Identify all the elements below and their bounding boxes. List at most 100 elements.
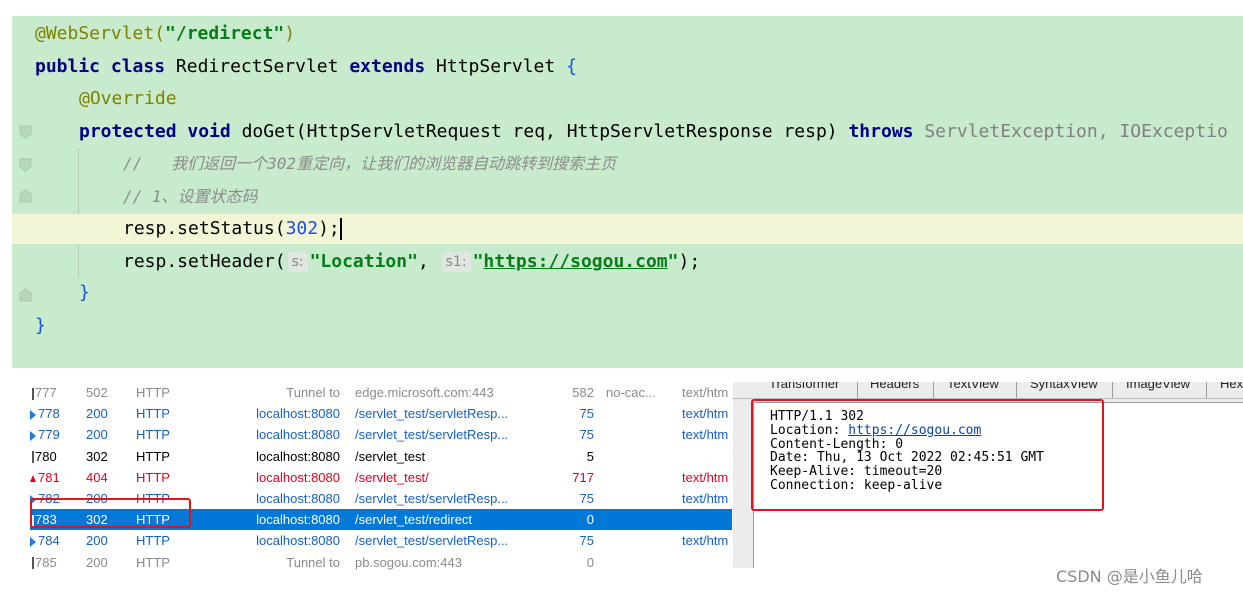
session-id: 785 [30, 552, 80, 570]
session-body-size: 75 [579, 427, 594, 443]
status-code-302: 302 [285, 218, 319, 239]
session-result: 404 [86, 469, 108, 485]
tab-imageview[interactable]: ImageView [1126, 382, 1190, 391]
session-url: pb.sogou.com:443 [355, 554, 462, 570]
text-caret [339, 218, 342, 240]
session-host: Tunnel to [286, 385, 340, 400]
session-content-type: text/htm [682, 406, 729, 422]
session-host: Tunnel to [286, 554, 340, 570]
code-line-2: public class RedirectServlet extends Htt… [12, 52, 1243, 82]
tab-syntaxview[interactable]: SyntaxView [1030, 382, 1098, 391]
session-host: localhost:8080 [256, 469, 340, 485]
session-id-text: 784 [38, 533, 60, 549]
session-id-text: 778 [38, 406, 60, 422]
session-id-text: 780 [35, 448, 57, 464]
session-body-size: 75 [579, 491, 594, 506]
session-body-size: 75 [579, 406, 594, 422]
csdn-watermark: CSDN @是小鱼儿哈 [1056, 567, 1203, 586]
session-body-size: 0 [586, 512, 594, 528]
session-url: /servlet_test [355, 448, 426, 464]
session-row[interactable]: 781 404 HTTP localhost:8080/servlet_test/71… [30, 467, 732, 488]
annotation-close-paren: ) [284, 23, 296, 44]
session-url: /servlet_test/servletResp... [355, 491, 509, 506]
session-row[interactable]: 784 200 HTTP localhost:8080/servlet_test/se… [30, 530, 732, 551]
tab-hex[interactable]: Hex [1220, 382, 1243, 391]
keyword-throws: throws [848, 121, 914, 142]
session-content-type: text/htm [682, 533, 729, 549]
session-host: localhost:8080 [256, 448, 340, 464]
class-name: RedirectServlet [175, 56, 339, 77]
tab-transformer[interactable]: Transformer [769, 382, 839, 391]
code-line-9: } [12, 278, 1243, 308]
session-row[interactable]: 778 200 HTTP localhost:8080/servlet_test/se… [30, 403, 732, 424]
session-content-type: text/htm [682, 469, 729, 485]
session-id: 780 [30, 446, 80, 467]
session-content-type: text/htm [682, 427, 729, 443]
code-line-5: // 我们返回一个302重定向，让我们的浏览器自动跳转到搜索主页 [12, 149, 1243, 179]
session-row[interactable]: 785 200 HTTP Tunnel to pb.sogou.com:443 0 [30, 552, 732, 570]
keyword-void: void [187, 121, 231, 142]
session-body-size: 0 [586, 554, 594, 570]
highlight-box-response-headers [751, 399, 1104, 511]
keyword-extends: extends [349, 56, 426, 77]
annotation-override: @Override [79, 88, 177, 109]
session-id: 777 [30, 382, 80, 403]
session-row[interactable]: 779 200 HTTP localhost:8080/servlet_test/se… [30, 424, 732, 445]
session-body-size: 75 [579, 533, 594, 549]
session-id-text: 781 [38, 469, 60, 485]
keyword-public: public [35, 56, 101, 77]
tab-separator [1112, 382, 1113, 398]
call-close: ); [678, 251, 701, 272]
code-line-4: protected void doGet(HttpServletRequest … [12, 117, 1243, 147]
highlight-box-session-783 [30, 498, 191, 528]
response-arrow-icon [30, 430, 36, 441]
session-content-type: text/htm [682, 491, 729, 506]
session-url: /servlet_test/servletResp... [355, 533, 509, 549]
error-icon [30, 474, 36, 482]
session-host: localhost:8080 [256, 406, 340, 422]
session-body-size: 582 [572, 385, 594, 400]
set-header-call: resp.setHeader( [123, 251, 286, 272]
tab-separator [1206, 382, 1207, 398]
session-result: 502 [86, 385, 108, 400]
location-header-string: "Location" [309, 251, 418, 272]
inspector-tabs: Transformer Headers TextView SyntaxView … [733, 382, 1243, 399]
session-body-size: 5 [586, 448, 594, 464]
tab-separator [933, 382, 934, 398]
session-row[interactable]: 777 502 HTTP Tunnel to edge.microsoft.com:44… [30, 382, 732, 403]
session-result: 200 [86, 427, 108, 443]
session-id-text: 785 [35, 554, 57, 570]
keyword-class: class [110, 56, 166, 77]
tab-textview[interactable]: TextView [947, 382, 999, 391]
class-close-brace: } [35, 315, 46, 336]
open-brace: { [566, 56, 577, 77]
code-line-8: resp.setHeader(s: "Location", s1: "https:/… [12, 247, 1243, 277]
session-id: 781 [30, 467, 80, 488]
keyword-protected: protected [79, 121, 177, 142]
session-url: /servlet_test/servletResp... [355, 406, 509, 422]
sogou-url-link[interactable]: https://sogou.com [483, 251, 667, 272]
param-hint-s1: s1: [441, 252, 471, 272]
session-host: localhost:8080 [256, 533, 340, 549]
session-host: localhost:8080 [256, 427, 340, 443]
tab-separator [1016, 382, 1017, 398]
session-body-size: 717 [572, 469, 594, 485]
call-close: ); [318, 218, 340, 239]
session-state-icon [30, 557, 34, 570]
tab-headers[interactable]: Headers [870, 382, 919, 391]
servlet-path-string: "/redirect" [165, 23, 285, 44]
exception-list: ServletException, IOExceptio [924, 121, 1228, 142]
code-editor[interactable]: @WebServlet("/redirect") public class Re… [12, 16, 1243, 368]
code-line-10: } [12, 311, 1243, 341]
session-id: 778 [30, 403, 80, 424]
session-list[interactable]: 777 502 HTTP Tunnel to edge.microsoft.com:44… [30, 382, 732, 570]
session-result: 200 [86, 533, 108, 549]
session-url: /servlet_test/servletResp... [355, 427, 509, 443]
session-id-text: 779 [38, 427, 60, 443]
code-line-7: resp.setStatus(302); [12, 214, 1243, 244]
code-line-6: // 1、设置状态码 [12, 182, 1243, 212]
session-result: 200 [86, 406, 108, 422]
method-close-brace: } [79, 282, 90, 303]
session-row[interactable]: 780 302 HTTP localhost:8080/servlet_test 5 [30, 446, 732, 467]
tab-separator [857, 382, 858, 398]
